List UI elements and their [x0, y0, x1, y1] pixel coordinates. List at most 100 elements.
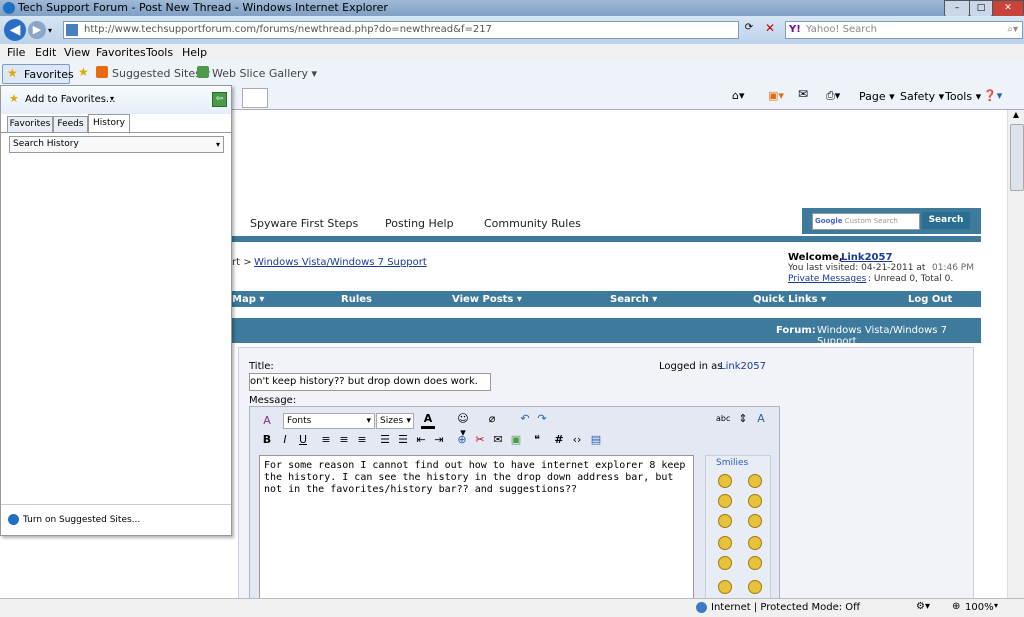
undo-icon[interactable]: ↶	[518, 412, 532, 426]
smiley-icon[interactable]	[718, 536, 732, 550]
nav-view-posts[interactable]: View Posts ▾	[452, 294, 522, 305]
back-arrow-icon[interactable]: ◀	[4, 19, 26, 41]
align-right-icon[interactable]: ≡	[355, 433, 369, 447]
web-slice-gallery-link[interactable]: Web Slice Gallery ▾	[212, 67, 317, 80]
font-select[interactable]: Fonts ▾	[283, 413, 375, 429]
turn-on-suggested-sites-link[interactable]: Turn on Suggested Sites...	[23, 515, 140, 525]
hash-icon[interactable]: #	[552, 433, 566, 447]
scroll-thumb[interactable]	[1010, 124, 1024, 191]
private-messages-link[interactable]: Private Messages	[788, 274, 866, 284]
add-favorite-star-icon[interactable]: ★	[78, 65, 89, 79]
search-box[interactable]: Y! Yahoo! Search ⌕▾	[785, 21, 1023, 39]
quote-icon[interactable]: ❝	[530, 433, 544, 447]
help-icon[interactable]: ❓▾	[983, 89, 1002, 102]
pin-panel-icon[interactable]: ⇦	[212, 92, 227, 107]
protected-mode-icon[interactable]: ⚙▾	[916, 601, 930, 612]
menu-tools[interactable]: Tools	[146, 46, 173, 59]
smiley-icon[interactable]	[718, 514, 732, 528]
smiley-icon[interactable]	[718, 580, 732, 594]
google-search-input[interactable]: Google Custom Search	[812, 213, 920, 230]
text-color-icon[interactable]: A	[421, 412, 435, 429]
smiley-icon[interactable]	[748, 494, 762, 508]
zoom-level[interactable]: 100%	[965, 602, 994, 613]
link-posting-help[interactable]: Posting Help	[385, 217, 454, 230]
code-icon[interactable]: ‹›	[570, 433, 584, 447]
link-community-rules[interactable]: Community Rules	[484, 217, 581, 230]
unlink-icon[interactable]: ✂	[473, 433, 487, 447]
indent-icon[interactable]: ⇥	[432, 433, 446, 447]
outdent-icon[interactable]: ⇤	[414, 433, 428, 447]
smiley-icon[interactable]	[748, 536, 762, 550]
align-center-icon[interactable]: ≡	[337, 433, 351, 447]
menu-help[interactable]: Help	[182, 46, 207, 59]
smiley-icon[interactable]	[748, 580, 762, 594]
suggested-sites-link[interactable]: Suggested Sites ▾	[112, 67, 210, 80]
tab-favorites[interactable]: Favorites	[7, 116, 53, 133]
title-input[interactable]: on't keep history?? but drop down does w…	[249, 373, 491, 391]
bold-icon[interactable]: B	[260, 433, 274, 447]
align-left-icon[interactable]: ≡	[319, 433, 333, 447]
search-icon[interactable]: ⌕▾	[1007, 22, 1018, 38]
ordered-list-icon[interactable]: ☰	[378, 433, 392, 447]
redo-icon[interactable]: ↷	[535, 412, 549, 426]
address-bar[interactable]: http://www.techsupportforum.com/forums/n…	[63, 21, 739, 39]
tools-menu[interactable]: Tools ▾	[945, 90, 981, 103]
resize-icon[interactable]: ⇕	[736, 412, 750, 426]
insert-image-icon[interactable]: ▣	[509, 433, 523, 447]
menu-edit[interactable]: Edit	[35, 46, 56, 59]
spellcheck-icon[interactable]: abc	[716, 412, 730, 426]
nav-rules[interactable]: Rules	[341, 294, 372, 305]
chevron-down-icon[interactable]: ▾	[110, 94, 114, 103]
smiley-icon[interactable]	[718, 474, 732, 488]
smiley-icon[interactable]	[748, 556, 762, 570]
search-button[interactable]: Search	[922, 212, 970, 229]
scroll-up-icon[interactable]: ▲	[1010, 110, 1022, 122]
tab-feeds[interactable]: Feeds	[53, 116, 88, 133]
menu-view[interactable]: View	[64, 46, 90, 59]
stop-icon[interactable]: ✕	[762, 21, 778, 37]
email-link-icon[interactable]: ✉	[491, 433, 505, 447]
minimize-button[interactable]: –	[944, 0, 970, 17]
new-tab-button[interactable]	[242, 88, 268, 108]
insert-link-icon[interactable]: ⊕	[455, 433, 469, 447]
link-spyware-first-steps[interactable]: Spyware First Steps	[250, 217, 358, 230]
smiley-icon[interactable]	[718, 556, 732, 570]
favorites-button[interactable]: ★ Favorites	[2, 64, 74, 84]
smiley-icon[interactable]	[718, 494, 732, 508]
unordered-list-icon[interactable]: ☰	[396, 433, 410, 447]
chevron-down-icon[interactable]: ▾	[994, 601, 998, 610]
forward-arrow-icon[interactable]: ▶	[28, 21, 46, 39]
safety-menu[interactable]: Safety ▾	[900, 90, 944, 103]
mail-icon[interactable]: ✉	[798, 87, 808, 101]
logged-in-user[interactable]: Link2057	[720, 361, 766, 372]
history-dropdown-icon[interactable]: ▾	[48, 26, 52, 35]
nav-search[interactable]: Search ▾	[610, 294, 657, 305]
php-icon[interactable]: ▤	[589, 433, 603, 447]
page-menu[interactable]: Page ▾	[859, 90, 895, 103]
switch-mode-icon[interactable]: A	[754, 412, 768, 426]
maximize-button[interactable]: □	[969, 0, 993, 17]
size-select[interactable]: Sizes ▾	[376, 413, 414, 429]
italic-icon[interactable]: I	[278, 433, 292, 447]
message-textarea[interactable]: For some reason I cannot find out how to…	[259, 455, 694, 598]
home-icon[interactable]: ⌂▾	[732, 89, 745, 102]
smiley-menu-icon[interactable]: ☺▾	[456, 412, 470, 439]
menu-file[interactable]: File	[7, 46, 25, 59]
refresh-icon[interactable]: ⟳	[739, 22, 759, 38]
smiley-icon[interactable]	[748, 514, 762, 528]
tab-history[interactable]: History	[88, 114, 130, 134]
remove-format-icon[interactable]: A	[260, 414, 274, 428]
nav-quick-links[interactable]: Quick Links ▾	[753, 294, 826, 305]
feeds-icon[interactable]: ▣▾	[768, 89, 784, 102]
breadcrumb-link[interactable]: Windows Vista/Windows 7 Support	[254, 257, 427, 268]
history-view-dropdown[interactable]: Search History ▾	[9, 136, 224, 153]
underline-icon[interactable]: U	[296, 433, 310, 447]
menu-favorites[interactable]: Favorites	[96, 46, 146, 59]
add-to-favorites-button[interactable]: Add to Favorites...	[25, 94, 115, 105]
nav-map[interactable]: Map ▾	[232, 294, 264, 305]
smiley-icon[interactable]	[748, 474, 762, 488]
security-zone-text[interactable]: Internet | Protected Mode: Off	[711, 602, 860, 613]
attach-icon[interactable]: ⌀	[485, 412, 499, 426]
print-icon[interactable]: ⎙▾	[826, 89, 840, 103]
welcome-user-link[interactable]: Link2057	[841, 252, 892, 263]
